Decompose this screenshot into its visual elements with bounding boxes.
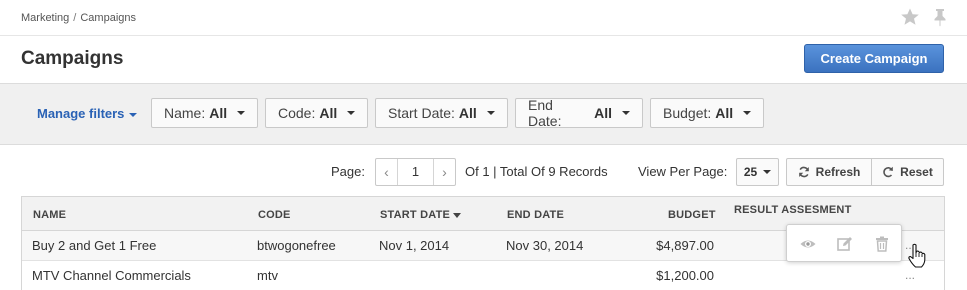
reset-label: Reset [900,165,933,179]
filter-bar: Manage filters Name: All Code: All Start D… [0,84,967,145]
filter-label: Code: [278,105,316,121]
chevron-down-icon [129,112,138,117]
chevron-down-icon [743,111,752,115]
pin-icon[interactable] [930,7,950,27]
column-header-name[interactable]: NAME [33,209,66,221]
row-actions-popover [786,224,902,262]
reset-icon [883,166,893,178]
column-header-budget[interactable]: BUDGET [668,209,716,221]
page-number-input[interactable]: 1 [398,164,433,179]
chevron-right-icon[interactable]: › [433,159,455,185]
filter-code[interactable]: Code: All [265,98,368,128]
breadcrumb-current: Campaigns [80,12,136,24]
filter-value: All [209,105,228,121]
top-bar: Marketing / Campaigns [0,0,967,36]
pagination-bar: Page: ‹ 1 › Of 1 | Total Of 9 Records Vi… [0,158,967,186]
filter-label: Start Date: [388,105,455,121]
cell-budget: $1,200.00 [656,268,714,283]
star-icon[interactable] [900,7,920,27]
column-header-result-assessment: RESULT ASSESMENT [734,204,852,216]
create-campaign-button[interactable]: Create Campaign [804,44,944,73]
cell-name[interactable]: MTV Channel Commercials [32,268,191,283]
manage-filters-link[interactable]: Manage filters [37,106,138,121]
chevron-down-icon [763,170,772,174]
column-header-code[interactable]: CODE [258,209,291,221]
filter-name[interactable]: Name: All [151,98,258,128]
filter-label: Budget: [663,105,712,121]
filter-value: All [319,105,338,121]
page-label: Page: [331,164,365,179]
breadcrumb: Marketing / Campaigns [21,12,136,24]
edit-icon[interactable] [836,235,854,253]
page-stepper: ‹ 1 › [375,158,456,186]
chevron-down-icon [237,111,246,115]
refresh-icon [798,166,809,178]
chevron-down-icon [347,111,356,115]
filter-end-date[interactable]: End Date: All [515,97,643,129]
filter-label: Name: [164,105,206,121]
hand-cursor-icon [908,243,926,268]
per-page-value: 25 [743,165,758,179]
filter-budget[interactable]: Budget: All [650,98,764,128]
breadcrumb-parent[interactable]: Marketing [21,12,69,24]
trash-icon[interactable] [873,235,891,253]
table-row[interactable]: MTV Channel Commercials mtv $1,200.00 ..… [22,261,944,290]
chevron-left-icon[interactable]: ‹ [376,159,398,185]
column-header-start-date[interactable]: START DATE [380,209,462,221]
filter-start-date[interactable]: Start Date: All [375,98,508,128]
sort-desc-icon [453,212,462,218]
cell-code: mtv [257,268,278,283]
filter-label: End Date: [528,97,562,129]
filter-value: All [594,105,612,121]
filter-value: All [715,105,734,121]
cell-end-date: Nov 30, 2014 [506,238,584,253]
breadcrumb-separator: / [73,12,77,24]
column-header-start-date-label: START DATE [380,209,451,221]
reset-button[interactable]: Reset [871,158,944,186]
filter-value: All [458,105,477,121]
refresh-button[interactable]: Refresh [786,158,872,186]
cell-start-date: Nov 1, 2014 [379,238,450,253]
per-page-label: View Per Page: [638,164,728,179]
column-header-end-date[interactable]: END DATE [507,209,564,221]
cell-budget: $4,897.00 [656,238,714,253]
eye-icon[interactable] [799,235,817,253]
per-page-select[interactable]: 25 [736,158,779,186]
page-title: Campaigns [21,48,124,69]
manage-filters-label: Manage filters [37,106,125,121]
chevron-down-icon [622,111,630,115]
row-more-button[interactable]: ... [905,268,915,282]
chevron-down-icon [486,111,495,115]
refresh-label: Refresh [815,165,861,179]
cell-code: btwogonefree [257,238,336,253]
record-total: Of 1 | Total Of 9 Records [465,164,608,179]
cell-name[interactable]: Buy 2 and Get 1 Free [32,238,156,253]
